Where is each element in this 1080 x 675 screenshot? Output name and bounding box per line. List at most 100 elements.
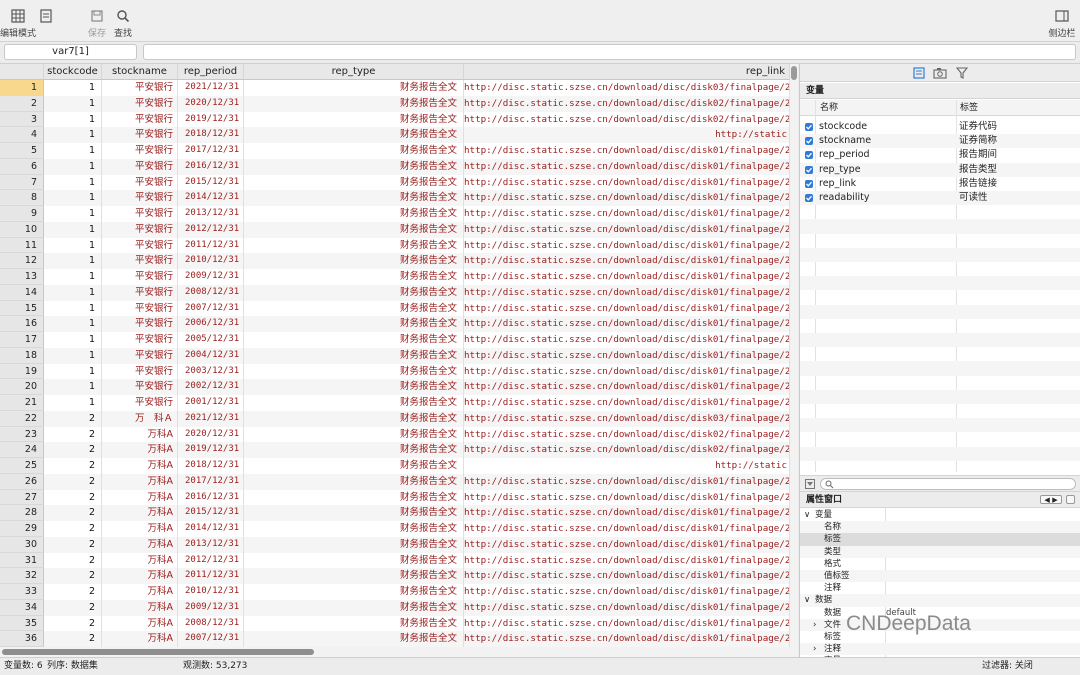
row-number[interactable]: 10 [0, 221, 44, 238]
row-number[interactable]: 5 [0, 143, 44, 159]
cell-rep-period[interactable]: 2019/12/31 [178, 111, 244, 128]
table-row[interactable]: 27 2 万科A 2016/12/31 财务报告全文 http://disc.static… [0, 489, 798, 506]
snapshot-icon[interactable] [933, 67, 947, 79]
cell-rep-period[interactable]: 2020/12/31 [178, 426, 244, 443]
table-row[interactable]: 28 2 万科A 2015/12/31 财务报告全文 http://disc.static… [0, 505, 798, 521]
cell-rep-link[interactable]: http://disc.static.szse.cn/download/disc… [464, 111, 790, 128]
cell-rep-type[interactable]: 财务报告全文 [244, 442, 464, 458]
variable-row[interactable]: readability 可读性 [800, 191, 1080, 206]
sidebar-button[interactable]: 侧边栏 [1042, 8, 1080, 39]
cell-stockname[interactable]: 万 科Ａ [102, 410, 178, 427]
cell-stockname[interactable]: 平安银行 [102, 395, 178, 411]
variable-checkbox[interactable] [805, 165, 813, 174]
cell-rep-period[interactable]: 2006/12/31 [178, 316, 244, 332]
funnel-icon[interactable] [805, 479, 815, 489]
cell-rep-period[interactable]: 2019/12/31 [178, 442, 244, 458]
table-row[interactable]: 5 1 平安银行 2017/12/31 财务报告全文 http://disc.static… [0, 143, 798, 159]
cell-stockcode[interactable]: 1 [44, 190, 102, 206]
cell-rep-type[interactable]: 财务报告全文 [244, 347, 464, 364]
variables-search-input[interactable] [820, 478, 1076, 490]
cell-rep-type[interactable]: 财务报告全文 [244, 190, 464, 206]
cell-stockcode[interactable]: 1 [44, 347, 102, 364]
cell-rep-type[interactable]: 财务报告全文 [244, 95, 464, 112]
row-number[interactable]: 6 [0, 158, 44, 175]
cell-stockname[interactable]: 平安银行 [102, 206, 178, 222]
browse-button[interactable] [26, 8, 66, 26]
cell-rep-link[interactable]: http://disc.static.szse.cn/download/disc… [464, 426, 790, 443]
cell-rep-link[interactable]: http://disc.static.szse.cn/download/disc… [464, 316, 790, 332]
property-row[interactable]: › 注释 [800, 643, 1080, 656]
cell-rep-period[interactable]: 2003/12/31 [178, 363, 244, 380]
cell-rep-link[interactable]: http://disc.static.szse.cn/download/disc… [464, 80, 790, 96]
variable-checkbox[interactable] [805, 194, 813, 202]
cell-stockcode[interactable]: 2 [44, 489, 102, 506]
table-row[interactable]: 26 2 万科A 2017/12/31 财务报告全文 http://disc.static… [0, 473, 798, 490]
lock-icon[interactable] [1066, 495, 1075, 504]
cell-stockcode[interactable]: 1 [44, 363, 102, 380]
cell-stockcode[interactable]: 2 [44, 552, 102, 569]
cell-rep-period[interactable]: 2021/12/31 [178, 80, 244, 96]
filter-icon[interactable] [956, 67, 968, 79]
cell-rep-period[interactable]: 2016/12/31 [178, 489, 244, 506]
table-row[interactable]: 21 1 平安银行 2001/12/31 财务报告全文 http://disc.stati… [0, 395, 798, 411]
row-number[interactable]: 27 [0, 489, 44, 506]
cell-stockname[interactable]: 平安银行 [102, 316, 178, 332]
variable-checkbox[interactable] [805, 151, 813, 160]
table-row[interactable]: 14 1 平安银行 2008/12/31 财务报告全文 http://disc.stati… [0, 284, 798, 301]
row-number[interactable]: 3 [0, 111, 44, 128]
cell-rep-period[interactable]: 2014/12/31 [178, 521, 244, 537]
cell-rep-period[interactable]: 2009/12/31 [178, 269, 244, 285]
table-row[interactable]: 12 1 平安银行 2010/12/31 财务报告全文 http://disc.stati… [0, 253, 798, 269]
cell-reference[interactable]: var7[1] [4, 44, 137, 60]
cell-stockcode[interactable]: 1 [44, 237, 102, 254]
cell-rep-type[interactable]: 财务报告全文 [244, 80, 464, 96]
cell-rep-type[interactable]: 财务报告全文 [244, 426, 464, 443]
table-row[interactable]: 16 1 平安银行 2006/12/31 财务报告全文 http://disc.stati… [0, 316, 798, 332]
cell-rep-type[interactable]: 财务报告全文 [244, 284, 464, 301]
row-number[interactable]: 11 [0, 237, 44, 254]
table-row[interactable]: 9 1 平安银行 2013/12/31 财务报告全文 http://disc.static… [0, 206, 798, 222]
cell-stockcode[interactable]: 2 [44, 615, 102, 632]
cell-stockcode[interactable]: 1 [44, 111, 102, 128]
cell-stockcode[interactable]: 2 [44, 442, 102, 458]
cell-rep-period[interactable]: 2016/12/31 [178, 158, 244, 175]
cell-rep-period[interactable]: 2001/12/31 [178, 395, 244, 411]
cell-rep-link[interactable]: http://disc.static.szse.cn/download/disc… [464, 395, 790, 411]
table-row[interactable]: 7 1 平安银行 2015/12/31 财务报告全文 http://disc.static… [0, 174, 798, 191]
cell-rep-period[interactable]: 2002/12/31 [178, 379, 244, 395]
row-number[interactable]: 34 [0, 599, 44, 616]
row-number[interactable]: 33 [0, 584, 44, 600]
cell-rep-link[interactable]: http://disc.static.szse.cn/download/disc… [464, 269, 790, 285]
row-number[interactable]: 30 [0, 536, 44, 553]
cell-stockcode[interactable]: 1 [44, 221, 102, 238]
cell-rep-type[interactable]: 财务报告全文 [244, 332, 464, 348]
cell-stockcode[interactable]: 2 [44, 536, 102, 553]
table-row[interactable]: 24 2 万科A 2019/12/31 财务报告全文 http://disc.static… [0, 442, 798, 458]
cell-rep-link[interactable]: http://disc.static.szse.cn/download/disc… [464, 347, 790, 364]
table-row[interactable]: 32 2 万科A 2011/12/31 财务报告全文 http://disc.static… [0, 568, 798, 584]
row-number[interactable]: 29 [0, 521, 44, 537]
cell-rep-type[interactable]: 财务报告全文 [244, 410, 464, 427]
row-number[interactable]: 25 [0, 458, 44, 474]
disclosure-icon[interactable]: › [813, 619, 816, 631]
cell-rep-type[interactable]: 财务报告全文 [244, 473, 464, 490]
cell-stockname[interactable]: 万科A [102, 584, 178, 600]
prev-next-icon[interactable]: ◀ ▶ [1040, 495, 1062, 504]
vertical-scroll-thumb[interactable] [791, 66, 797, 80]
horizontal-scroll-thumb[interactable] [2, 649, 314, 655]
cell-rep-period[interactable]: 2017/12/31 [178, 473, 244, 490]
table-row[interactable]: 10 1 平安银行 2012/12/31 财务报告全文 http://disc.stati… [0, 221, 798, 238]
row-number[interactable]: 23 [0, 426, 44, 443]
cell-stockcode[interactable]: 2 [44, 505, 102, 521]
table-row[interactable]: 29 2 万科A 2014/12/31 财务报告全文 http://disc.static… [0, 521, 798, 537]
cell-rep-period[interactable]: 2021/12/31 [178, 410, 244, 427]
cell-rep-type[interactable]: 财务报告全文 [244, 111, 464, 128]
cell-stockname[interactable]: 平安银行 [102, 190, 178, 206]
row-number[interactable]: 7 [0, 174, 44, 191]
cell-stockname[interactable]: 平安银行 [102, 347, 178, 364]
cell-rep-link[interactable]: http://disc.static.szse.cn/download/disc… [464, 237, 790, 254]
cell-stockname[interactable]: 平安银行 [102, 80, 178, 96]
col-header-rep-period[interactable]: rep_period [178, 64, 244, 80]
cell-stockname[interactable]: 平安银行 [102, 300, 178, 317]
cell-rep-type[interactable]: 财务报告全文 [244, 536, 464, 553]
